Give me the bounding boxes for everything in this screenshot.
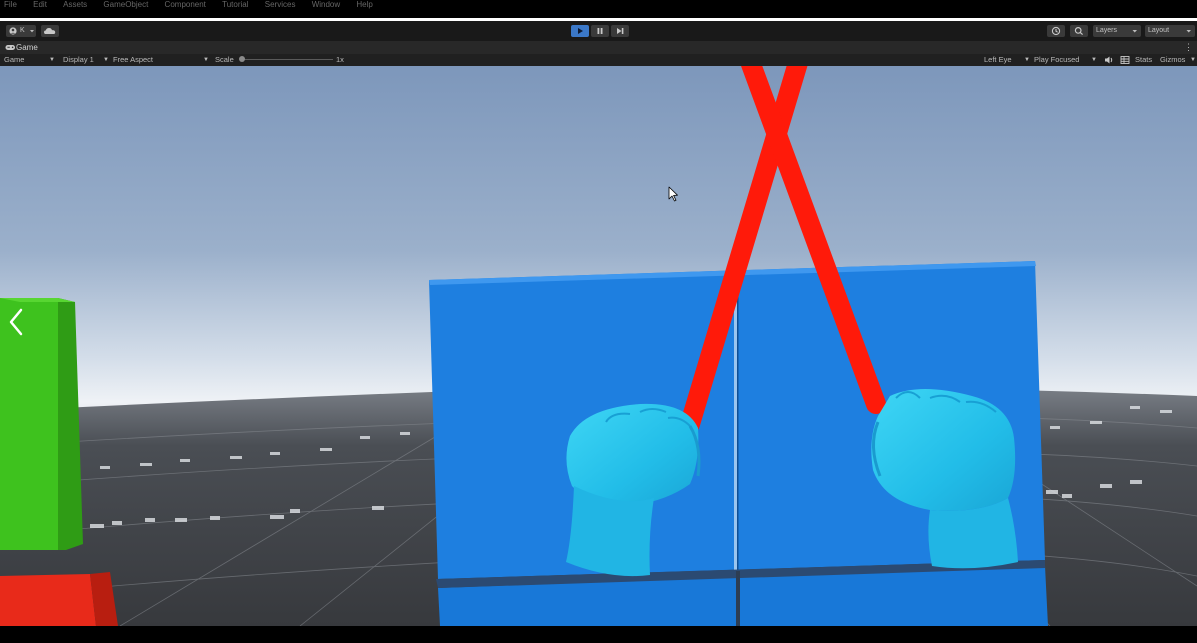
eye-dropdown[interactable]: Left Eye ▼ [984,54,1030,66]
aspect-dropdown[interactable]: Free Aspect ▼ [113,54,211,66]
chevron-down-icon [1186,30,1191,33]
play-icon [578,28,583,34]
layers-label: Layers [1096,27,1118,34]
cloud-button[interactable] [41,25,59,37]
main-toolbar: K Layers Layout [0,21,1197,41]
chevron-down-icon: ▼ [1091,57,1097,63]
play-button[interactable] [571,25,589,37]
aspect-label: Free Aspect [113,55,154,64]
layout-label: Layout [1148,27,1170,34]
menu-item-edit[interactable]: Edit [33,0,47,10]
tab-options-icon[interactable]: ⋮ [1184,41,1193,54]
chevron-down-icon [1132,30,1137,33]
menu-item-help[interactable]: Help [356,0,372,10]
game-tab-bar: Game ⋮ [0,41,1197,54]
scale-control: Scale 1x [215,54,345,66]
menu-item-services[interactable]: Services [265,0,296,10]
scale-label: Scale [215,55,234,64]
chevron-down-icon: ▼ [103,57,109,63]
mute-audio-button[interactable] [1103,54,1115,66]
view-mode-label: Game [4,55,25,64]
display-dropdown[interactable]: Display 1 ▼ [63,54,111,66]
bottom-bar [0,626,1197,643]
menu-item-tutorial[interactable]: Tutorial [222,0,248,10]
stats-label: Stats [1135,55,1153,64]
chevron-down-icon: ▼ [1024,57,1030,63]
gizmos-dropdown[interactable]: Gizmos ▼ [1160,54,1196,66]
scale-value: 1x [336,55,344,64]
pause-icon [597,28,603,34]
account-label: K [20,27,25,34]
search-icon [1074,27,1084,36]
gizmo-grid-button[interactable] [1119,54,1131,66]
pause-button[interactable] [591,25,609,37]
scale-slider-track[interactable] [241,59,333,60]
tab-game-label: Game [16,43,38,52]
audio-icon [1105,56,1113,64]
menu-bar: File Edit Assets GameObject Component Tu… [0,0,1197,18]
history-icon [1051,26,1061,36]
gamepad-icon [5,45,15,50]
chevron-down-icon: ▼ [203,57,209,63]
account-button[interactable]: K [6,25,36,37]
history-button[interactable] [1047,25,1065,37]
stats-button[interactable]: Stats [1135,54,1157,66]
display-label: Display 1 [63,55,94,64]
play-mode-dropdown[interactable]: Play Focused ▼ [1034,54,1100,66]
account-dropdown-icon [30,30,34,33]
account-icon [9,27,17,35]
red-cube [0,572,118,626]
layout-dropdown[interactable]: Layout [1145,25,1195,37]
search-button[interactable] [1070,25,1088,37]
menu-item-window[interactable]: Window [312,0,340,10]
step-icon [617,28,624,34]
scale-slider-handle[interactable] [239,56,245,62]
play-mode-label: Play Focused [1034,55,1080,64]
menu-item-gameobject[interactable]: GameObject [103,0,148,10]
chevron-down-icon: ▼ [49,57,55,63]
eye-label: Left Eye [984,55,1012,64]
layers-dropdown[interactable]: Layers [1093,25,1141,37]
gizmos-label: Gizmos [1160,55,1186,64]
green-cube [0,298,83,550]
menu-item-component[interactable]: Component [165,0,206,10]
cloud-icon [44,28,56,34]
view-mode-dropdown[interactable]: Game ▼ [4,54,58,66]
stats-icon [1120,56,1130,64]
game-view-controls: Game ▼ Display 1 ▼ Free Aspect ▼ Scale 1… [0,54,1197,66]
step-button[interactable] [611,25,629,37]
menu-item-file[interactable]: File [4,0,17,10]
menu-item-assets[interactable]: Assets [63,0,87,10]
game-viewport[interactable] [0,66,1197,626]
chevron-down-icon: ▼ [1190,57,1196,63]
